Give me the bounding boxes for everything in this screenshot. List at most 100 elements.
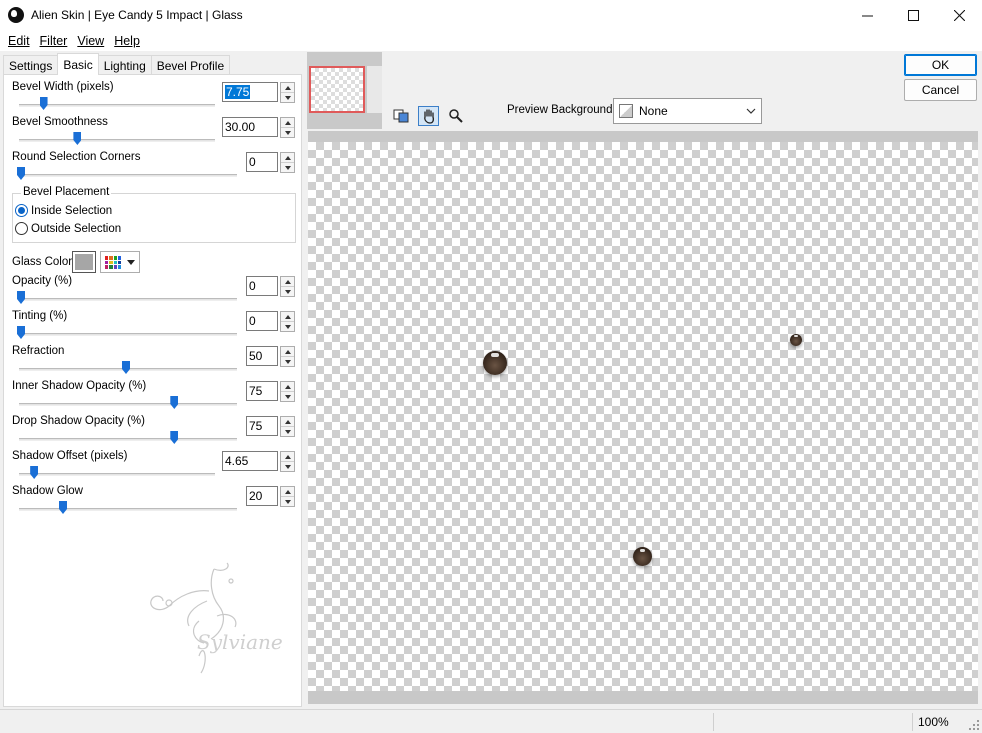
window-controls [844,0,982,30]
drop-shadow-spinner[interactable] [280,416,295,437]
outside-selection-radio[interactable]: Outside Selection [15,222,121,235]
radio-unselected-icon [15,222,28,235]
inside-selection-label: Inside Selection [31,204,113,217]
drop-shadow-slider-thumb[interactable] [170,431,179,444]
resize-grip-icon[interactable] [969,720,979,730]
outside-selection-label: Outside Selection [31,222,122,235]
tinting-slider-track[interactable] [19,333,237,336]
ok-button[interactable]: OK [904,54,977,76]
glass-bead [483,351,507,375]
tinting-input[interactable]: 0 [246,311,278,331]
inner-shadow-slider-thumb[interactable] [170,396,179,409]
tinting-spinner[interactable] [280,311,295,332]
drop-shadow-opacity-input[interactable]: 75 [246,416,278,436]
opacity-input[interactable]: 0 [246,276,278,296]
spin-up-icon[interactable] [281,277,294,287]
spin-up-icon[interactable] [281,382,294,392]
bevel-width-spinner[interactable] [280,82,295,103]
opacity-slider-thumb[interactable] [17,291,25,304]
round-corners-slider-thumb[interactable] [17,167,25,180]
preview-area[interactable] [308,131,978,704]
spin-down-icon[interactable] [281,357,294,367]
maximize-button[interactable] [890,0,936,30]
spin-up-icon[interactable] [281,452,294,462]
spin-down-icon[interactable] [281,497,294,507]
inner-shadow-spinner[interactable] [280,381,295,402]
opacity-slider-track[interactable] [19,298,237,301]
menu-help[interactable]: Help [109,34,145,48]
spin-down-icon[interactable] [281,322,294,332]
refraction-input[interactable]: 50 [246,346,278,366]
navigator-thumbnail[interactable] [307,52,382,129]
zoom-tool-button[interactable] [445,106,466,126]
menu-view[interactable]: View [72,34,109,48]
inside-selection-radio[interactable]: Inside Selection [15,204,112,217]
bevel-smoothness-input[interactable]: 30.00 [222,117,278,137]
inner-shadow-opacity-control: Inner Shadow Opacity (%) 75 [4,378,303,413]
tinting-slider-thumb[interactable] [17,326,25,339]
menu-edit[interactable]: Edit [3,34,35,48]
bevel-smoothness-slider-thumb[interactable] [73,132,82,145]
spin-up-icon[interactable] [281,153,294,163]
bevel-width-slider-thumb[interactable] [39,97,48,110]
shadow-glow-slider-track[interactable] [19,508,237,511]
drop-shadow-opacity-label: Drop Shadow Opacity (%) [12,415,145,427]
alien-skin-app-icon [8,7,24,23]
title-bar: Alien Skin | Eye Candy 5 Impact | Glass [0,0,982,30]
shadow-glow-input[interactable]: 20 [246,486,278,506]
shadow-glow-spinner[interactable] [280,486,295,507]
spin-down-icon[interactable] [281,287,294,297]
spin-down-icon[interactable] [281,462,294,472]
spin-up-icon[interactable] [281,118,294,128]
inner-shadow-opacity-input[interactable]: 75 [246,381,278,401]
pan-tool-button[interactable] [418,106,439,126]
shadow-glow-slider-thumb[interactable] [59,501,67,514]
spin-down-icon[interactable] [281,427,294,437]
bevel-smoothness-spinner[interactable] [280,117,295,138]
tab-basic[interactable]: Basic [57,53,99,75]
shadow-offset-spinner[interactable] [280,451,295,472]
opacity-spinner[interactable] [280,276,295,297]
refraction-slider-thumb[interactable] [122,361,130,374]
inner-shadow-slider-track[interactable] [19,403,237,406]
shadow-offset-slider-thumb[interactable] [30,466,39,479]
bevel-smoothness-slider-track[interactable] [19,139,215,142]
shadow-offset-slider-track[interactable] [19,473,215,476]
shadow-offset-input[interactable]: 4.65 [222,451,278,471]
preview-background-select[interactable]: None [613,98,762,124]
bevel-smoothness-label: Bevel Smoothness [12,116,108,128]
spin-up-icon[interactable] [281,83,294,93]
bevel-smoothness-control: Bevel Smoothness 30.00 [4,114,303,149]
spin-up-icon[interactable] [281,417,294,427]
round-corners-spinner[interactable] [280,152,295,173]
toggle-preview-button[interactable] [390,106,411,126]
spin-up-icon[interactable] [281,312,294,322]
menu-filter[interactable]: Filter [35,34,73,48]
preview-canvas[interactable] [308,142,978,691]
spin-down-icon[interactable] [281,163,294,173]
spin-up-icon[interactable] [281,347,294,357]
spin-down-icon[interactable] [281,128,294,138]
color-picker-dropdown[interactable] [100,251,140,273]
spin-down-icon[interactable] [281,392,294,402]
drop-shadow-slider-track[interactable] [19,438,237,441]
bevel-width-input[interactable]: 7.75 [222,82,278,102]
tab-settings[interactable]: Settings [3,55,59,75]
tab-lighting[interactable]: Lighting [97,55,152,75]
spin-up-icon[interactable] [281,487,294,497]
close-button[interactable] [936,0,982,30]
before-after-icon [393,109,408,123]
transparent-swatch-icon [619,104,633,118]
refraction-spinner[interactable] [280,346,295,367]
round-corners-input[interactable]: 0 [246,152,278,172]
spin-down-icon[interactable] [281,93,294,103]
minimize-button[interactable] [844,0,890,30]
bevel-width-slider-track[interactable] [19,104,215,107]
cancel-button[interactable]: Cancel [904,79,977,101]
maximize-icon [907,9,919,21]
tab-bevel-profile[interactable]: Bevel Profile [150,55,231,75]
window-title: Alien Skin | Eye Candy 5 Impact | Glass [31,8,243,22]
navigator-view-rect[interactable] [309,66,365,113]
round-corners-slider-track[interactable] [19,174,237,177]
glass-color-swatch[interactable] [72,251,96,273]
